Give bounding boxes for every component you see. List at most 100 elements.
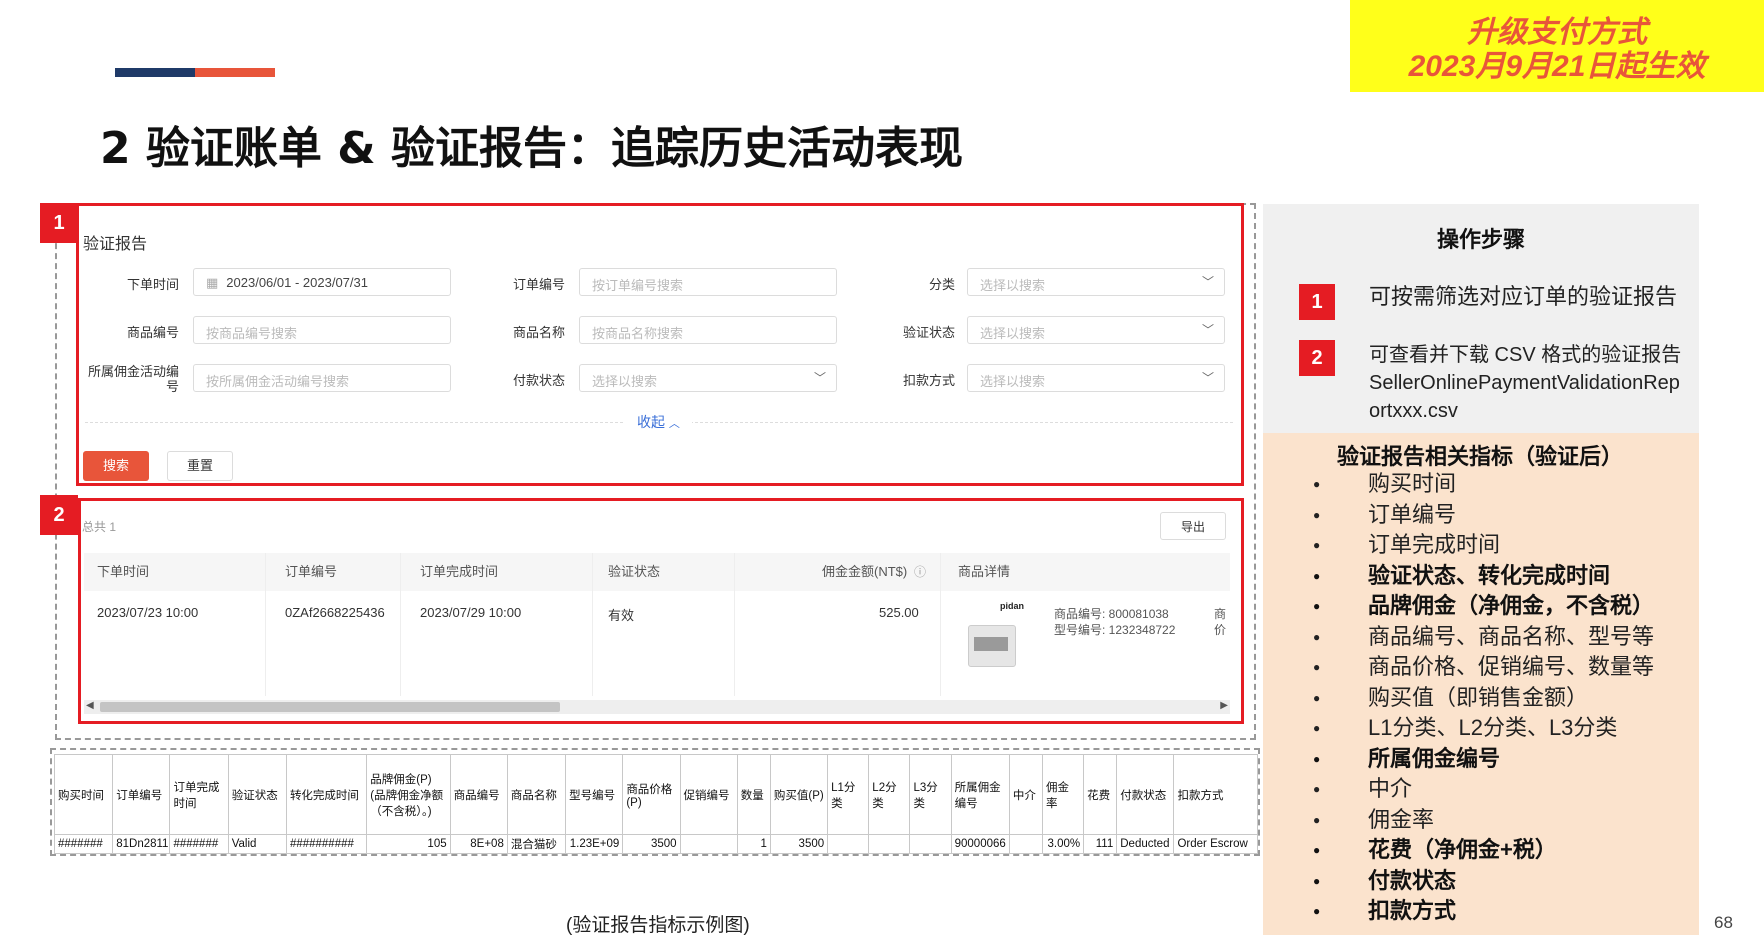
campaign-input[interactable]: 按所属佣金活动编号搜索 (193, 364, 451, 392)
scrollbar-thumb[interactable] (100, 702, 560, 712)
csv-td (868, 834, 911, 854)
csv-th: 购买时间 (53, 754, 114, 835)
deduct-label: 扣款方式 (902, 373, 955, 388)
csv-td: 1 (736, 834, 771, 854)
csv-th: 订单完成时间 (169, 754, 229, 835)
steps-panel: 操作步骤 1 可按需筛选对应订单的验证报告 2 可查看并下载 CSV 格式的验证… (1263, 204, 1699, 433)
order-time-range[interactable]: ▦ 2023/06/01 - 2023/07/31 (193, 268, 451, 296)
th-complete-time: 订单完成时间 (420, 564, 499, 579)
col-divider (265, 553, 266, 696)
page-number: 68 (1714, 913, 1733, 932)
csv-data-row: ####### 81Dn2811 ####### Valid #########… (53, 834, 1258, 854)
row-extra-1: 商 (1214, 607, 1227, 621)
list-item: 所属佣金编号 (1263, 744, 1654, 775)
csv-td: Order Escrow (1173, 834, 1258, 854)
search-button[interactable]: 搜索 (83, 451, 149, 481)
pay-status-select[interactable]: 选择以搜索 ﹀ (579, 364, 837, 392)
order-time-value: 2023/06/01 - 2023/07/31 (226, 275, 368, 290)
csv-td: 90000066 (950, 834, 1010, 854)
csv-th: 购买值(P) (769, 754, 829, 835)
order-no-label: 订单编号 (512, 277, 565, 292)
list-item: 付款状态 (1263, 866, 1654, 897)
step-2-line-1: 可查看并下载 CSV 格式的验证报告 (1369, 344, 1682, 366)
csv-td: 111 (1083, 834, 1118, 854)
order-time-label: 下单时间 (126, 277, 179, 292)
results-header: 下单时间 订单编号 订单完成时间 验证状态 佣金金额(NT$) ⓘ 商品详情 (84, 553, 1230, 591)
chevron-up-icon: ︿ (668, 418, 680, 430)
csv-th: 品牌佣金(P)(品牌佣金净额（不含税）。) (366, 754, 451, 835)
th-order-no: 订单编号 (285, 564, 338, 579)
csv-th: 促销编号 (679, 754, 738, 835)
category-select[interactable]: 选择以搜索 ﹀ (967, 268, 1225, 296)
chevron-down-icon: ﹀ (1201, 275, 1214, 289)
banner-line-1: 升级支付方式 (1467, 16, 1647, 49)
csv-td (827, 834, 870, 854)
list-item: 订单完成时间 (1263, 530, 1654, 561)
chevron-down-icon: ﹀ (813, 371, 826, 385)
csv-td (1008, 834, 1043, 854)
row-order-no: 0ZAf2668225436 (285, 605, 385, 620)
th-commission: 佣金金额(NT$) (822, 564, 908, 579)
csv-preview: 购买时间 订单编号 订单完成时间 验证状态 转化完成时间 品牌佣金(P)(品牌佣… (50, 748, 1260, 856)
csv-td: ####### (53, 834, 114, 854)
csv-th: 花费 (1083, 754, 1118, 835)
product-no-label: 商品编号 (126, 325, 179, 340)
col-divider (940, 553, 941, 696)
row-order-time: 2023/07/23 10:00 (97, 605, 199, 620)
csv-th: 扣款方式 (1173, 754, 1258, 835)
page-title: 2 验证账单 & 验证报告：追踪历史活动表现 (100, 123, 963, 174)
csv-th: 数量 (736, 754, 771, 835)
csv-td: Valid (227, 834, 287, 854)
steps-badge-1: 1 (1299, 284, 1335, 320)
verify-status-label: 验证状态 (902, 325, 955, 340)
csv-th: 付款状态 (1116, 754, 1175, 835)
csv-th: 商品名称 (506, 754, 567, 835)
step-badge-2: 2 (40, 495, 78, 535)
list-item: 购买值（即销售金额） (1263, 683, 1654, 714)
order-no-input[interactable]: 按订单编号搜索 (579, 268, 837, 296)
deduct-select[interactable]: 选择以搜索 ﹀ (967, 364, 1225, 392)
indicators-panel: 验证报告相关指标（验证后） 购买时间 订单编号 订单完成时间 验证状态、转化完成… (1263, 433, 1699, 935)
csv-td (679, 834, 738, 854)
csv-th: 中介 (1008, 754, 1043, 835)
product-name-label: 商品名称 (512, 325, 565, 340)
accent-bar (115, 68, 275, 77)
csv-td: Deducted (1116, 834, 1175, 854)
list-item: L1分类、L2分类、L3分类 (1263, 713, 1654, 744)
horizontal-scrollbar[interactable]: ◀ ▶ (84, 700, 1230, 714)
col-divider (592, 553, 593, 696)
row-product-no: 商品编号: 800081038 (1054, 607, 1169, 621)
verify-status-select[interactable]: 选择以搜索 ﹀ (967, 316, 1225, 344)
csv-table: 购买时间 订单编号 订单完成时间 验证状态 转化完成时间 品牌佣金(P)(品牌佣… (53, 754, 1258, 854)
collapse-toggle[interactable]: 收起 ︿ (625, 412, 692, 432)
csv-td: 1.23E+09 (565, 834, 624, 854)
csv-th: 所属佣金编号 (950, 754, 1010, 835)
product-name-input[interactable]: 按商品名称搜索 (579, 316, 837, 344)
scroll-left-icon[interactable]: ◀ (86, 700, 94, 711)
row-model-no: 型号编号: 1232348722 (1054, 623, 1176, 637)
row-extra-2: 价 (1214, 623, 1227, 637)
table-row[interactable]: 2023/07/23 10:00 0ZAf2668225436 2023/07/… (84, 553, 1230, 696)
list-item: 佣金率 (1263, 805, 1654, 836)
csv-th: 订单编号 (112, 754, 171, 835)
verify-status-placeholder: 选择以搜索 (980, 326, 1046, 341)
effective-date-banner: 升级支付方式 2023月9月21日起生效 (1350, 0, 1764, 92)
product-no-input[interactable]: 按商品编号搜索 (193, 316, 451, 344)
campaign-label: 所属佣金活动编号 (87, 364, 179, 394)
collapse-label: 收起 (637, 414, 665, 430)
deduct-placeholder: 选择以搜索 (980, 374, 1046, 389)
steps-title: 操作步骤 (1436, 227, 1525, 252)
reset-button[interactable]: 重置 (167, 451, 233, 481)
category-placeholder: 选择以搜索 (980, 278, 1046, 293)
th-order-time: 下单时间 (97, 564, 150, 579)
filter-heading: 验证报告 (83, 236, 148, 253)
indicators-title: 验证报告相关指标（验证后） (1337, 444, 1624, 469)
list-item: 中介 (1263, 774, 1654, 805)
info-icon[interactable]: ⓘ (914, 553, 926, 591)
scroll-right-icon[interactable]: ▶ (1220, 700, 1228, 711)
pay-status-placeholder: 选择以搜索 (592, 374, 658, 389)
csv-th: 商品价格(P) (622, 754, 681, 835)
brand-logo: pidan (1000, 601, 1024, 611)
list-item: 花费（净佣金+税） (1263, 835, 1654, 866)
pay-status-label: 付款状态 (512, 373, 565, 388)
